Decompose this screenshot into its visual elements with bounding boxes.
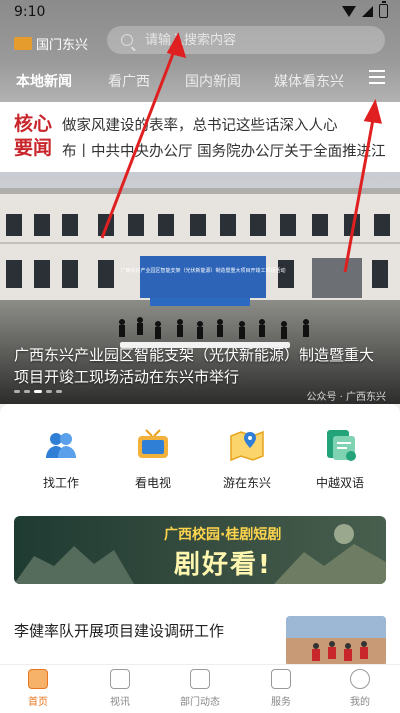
status-bar: 9:10 — [0, 0, 400, 26]
nav-video[interactable]: 视讯 — [90, 669, 150, 708]
nav-label: 部门动态 — [180, 697, 220, 708]
tab-media-dongxing[interactable]: 媒体看东兴 — [274, 71, 344, 91]
banner-subtitle: 广西校园·桂剧短剧 — [164, 527, 282, 543]
nav-department-news[interactable]: 部门动态 — [170, 669, 230, 708]
people-icon — [42, 426, 80, 464]
nav-services[interactable]: 服务 — [251, 669, 311, 708]
tab-local-news[interactable]: 本地新闻 — [16, 71, 72, 91]
heart-icon — [190, 669, 210, 689]
hero-watermark: 公众号 · 广西东兴 — [306, 392, 386, 403]
signal-icon — [362, 5, 373, 17]
backdrop-sign-text: 广西东兴产业园区智能支架（光伏新能源）制造暨重大项目开竣工现场活动 — [120, 267, 285, 274]
service-label: 中越双语 — [315, 476, 364, 490]
app-logo: 国门东兴 — [14, 34, 88, 53]
profile-icon — [350, 669, 370, 689]
nav-label: 服务 — [271, 697, 291, 708]
service-label: 游在东兴 — [222, 476, 271, 490]
status-icons — [342, 1, 388, 18]
status-time: 9:10 — [14, 4, 46, 20]
hero-carousel[interactable]: 广西东兴产业园区智能支架（光伏新能源）制造暨重大项目开竣工现场活动 广西东兴产业… — [0, 172, 400, 404]
bottom-nav: 首页 视讯 部门动态 服务 我的 — [0, 664, 400, 713]
document-icon — [321, 426, 359, 464]
nav-home[interactable]: 首页 — [8, 669, 68, 708]
banner-title: 剧好看! — [174, 550, 272, 580]
ticker-brand-line2: 要闻 — [14, 137, 53, 159]
service-bilingual[interactable]: 中越双语 — [300, 426, 380, 491]
article-thumbnail — [286, 616, 386, 666]
headline-ticker: 核心 要闻 做家风建设的表率，总书记这些话深入人心 布丨中共中央办公厅 国务院办… — [0, 102, 400, 172]
menu-icon[interactable] — [369, 70, 385, 84]
content-card: 找工作 看电视 游在东兴 中越双语 广西校园·桂剧短剧 剧好看! 李健率队开展项… — [0, 404, 400, 666]
carousel-indicator — [14, 390, 62, 393]
grid-icon — [271, 669, 291, 689]
wifi-icon — [342, 5, 356, 17]
logo-mark-icon — [14, 37, 32, 50]
map-icon — [228, 426, 266, 464]
service-find-job[interactable]: 找工作 — [21, 426, 101, 491]
service-tour-dongxing[interactable]: 游在东兴 — [207, 426, 287, 491]
tab-domestic-news[interactable]: 国内新闻 — [185, 71, 241, 91]
service-label: 找工作 — [42, 476, 79, 490]
battery-icon — [379, 1, 388, 18]
home-icon — [28, 669, 48, 689]
ticker-brand: 核心 要闻 — [14, 112, 52, 160]
nav-label: 我的 — [350, 697, 370, 708]
category-tabs: 本地新闻 看广西 国内新闻 媒体看东兴 — [0, 66, 400, 96]
tab-guangxi[interactable]: 看广西 — [108, 71, 150, 91]
nav-label: 视讯 — [110, 697, 130, 708]
nav-label: 首页 — [28, 697, 48, 708]
video-icon — [110, 669, 130, 689]
ticker-headline-1[interactable]: 做家风建设的表率，总书记这些话深入人心 — [62, 114, 338, 135]
search-input[interactable] — [143, 31, 347, 49]
ticker-brand-line1: 核心 — [14, 113, 53, 135]
nav-profile[interactable]: 我的 — [330, 669, 390, 708]
search-icon — [121, 34, 133, 46]
logo-text: 国门东兴 — [36, 38, 89, 53]
service-watch-tv[interactable]: 看电视 — [113, 426, 193, 491]
ticker-headline-2[interactable]: 布丨中共中央办公厅 国务院办公厅关于全面推进江 — [62, 140, 400, 161]
search-bar[interactable] — [107, 26, 385, 54]
hero-caption[interactable]: 广西东兴产业园区智能支架（光伏新能源）制造暨重大项目开竣工现场活动在东兴市举行 — [14, 344, 388, 388]
tv-icon — [134, 426, 172, 464]
promo-banner[interactable]: 广西校园·桂剧短剧 剧好看! — [14, 516, 386, 584]
service-label: 看电视 — [134, 476, 171, 490]
